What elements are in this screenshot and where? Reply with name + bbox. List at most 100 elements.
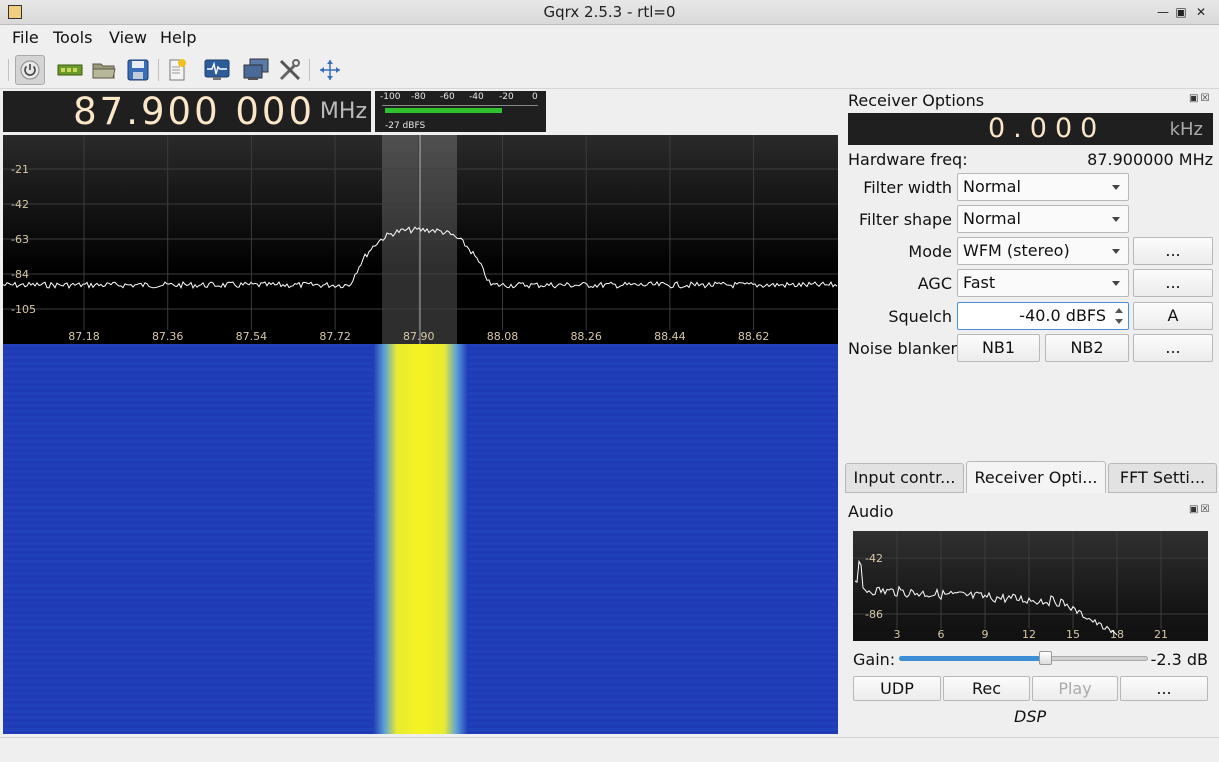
- filter-shape-select[interactable]: Normal: [957, 205, 1129, 233]
- menu-tools[interactable]: Tools: [53, 28, 92, 47]
- squelch-spinbox[interactable]: -40.0 dBFS: [957, 302, 1129, 330]
- record-button[interactable]: Rec: [943, 676, 1030, 701]
- filter-shape-label: Filter shape: [859, 210, 952, 229]
- tab-receiver-options[interactable]: Receiver Opti...: [966, 461, 1106, 493]
- audio-y-tick: -42: [865, 552, 883, 565]
- audio-x-tick: 21: [1154, 628, 1168, 641]
- audio-x-tick: 3: [894, 628, 901, 641]
- hardware-icon: [57, 64, 83, 76]
- gain-slider-fill: [899, 656, 1046, 661]
- spectrum-x-tick: 87.36: [152, 330, 184, 343]
- filter-width-value: Normal: [963, 177, 1021, 196]
- agc-value: Fast: [963, 273, 996, 292]
- offset-unit: kHz: [1169, 119, 1203, 140]
- spectrum-y-tick: -105: [11, 303, 36, 316]
- spectrum-y-tick: -84: [11, 268, 29, 281]
- frequency-display[interactable]: 87.900 000 MHz: [3, 91, 371, 132]
- receiver-options-title: Receiver Options: [848, 91, 985, 110]
- close-icon[interactable]: ✕: [1192, 3, 1210, 21]
- audio-options-button[interactable]: ...: [1120, 676, 1208, 701]
- meter-scale-label: -80: [411, 92, 426, 102]
- meter-scale-label: -20: [499, 92, 514, 102]
- save-settings-button[interactable]: [123, 55, 153, 85]
- mode-options-button[interactable]: ...: [1133, 237, 1213, 265]
- toolbar-separator: [158, 59, 159, 81]
- meter-scale-label: -60: [440, 92, 455, 102]
- fullscreen-button[interactable]: [315, 55, 345, 85]
- chevron-down-icon: [1112, 217, 1120, 222]
- filter-width-label: Filter width: [863, 178, 952, 197]
- minimize-icon[interactable]: —: [1154, 3, 1172, 21]
- menu-file[interactable]: File: [12, 28, 39, 47]
- chevron-down-icon: [1112, 249, 1120, 254]
- spectrum-plot[interactable]: 87.18 87.36 87.54 87.72 87.90 88.08 88.26 88.44…: [3, 135, 838, 344]
- mode-value: WFM (stereo): [963, 241, 1070, 260]
- gain-slider-handle[interactable]: [1039, 651, 1052, 665]
- spectrum-x-tick: 88.26: [570, 330, 602, 343]
- play-button[interactable]: Play: [1032, 676, 1118, 701]
- filter-width-select[interactable]: Normal: [957, 173, 1129, 201]
- audio-fft-plot: -42 -86 3 6 9 12 15 18 21: [853, 531, 1208, 641]
- squelch-value[interactable]: -40.0 dBFS: [1019, 306, 1106, 325]
- remote-control-button[interactable]: [162, 55, 192, 85]
- filter-shape-value: Normal: [963, 209, 1021, 228]
- audio-x-tick: 12: [1022, 628, 1036, 641]
- spin-down-icon[interactable]: [1115, 319, 1123, 324]
- spectrum-x-tick: 87.72: [319, 330, 351, 343]
- dsp-label: DSP: [1014, 707, 1047, 726]
- nb2-button[interactable]: NB2: [1045, 334, 1129, 362]
- power-icon: [20, 60, 40, 80]
- nb1-button[interactable]: NB1: [957, 334, 1040, 362]
- tab-input-controls[interactable]: Input contr...: [845, 463, 964, 493]
- move-arrows-icon: [320, 60, 340, 80]
- audio-x-tick: 6: [938, 628, 945, 641]
- menu-bar: File Tools View Help: [0, 26, 1219, 50]
- save-icon: [127, 59, 149, 81]
- title-bar: Gqrx 2.5.3 - rtl=0 — ▣ ✕: [0, 0, 1219, 25]
- toolbar-separator: [309, 59, 310, 81]
- offset-frequency-display[interactable]: 0.000 kHz: [848, 113, 1213, 145]
- chevron-down-icon: [1112, 281, 1120, 286]
- squelch-auto-button[interactable]: A: [1133, 302, 1213, 330]
- power-button[interactable]: [15, 55, 45, 85]
- agc-options-button[interactable]: ...: [1133, 269, 1213, 297]
- load-settings-button[interactable]: [89, 55, 119, 85]
- io-devices-button[interactable]: [55, 55, 85, 85]
- agc-select[interactable]: Fast: [957, 269, 1129, 297]
- meter-level-bar: [385, 108, 502, 113]
- audio-x-tick: 15: [1066, 628, 1080, 641]
- noise-blanker-options-button[interactable]: ...: [1133, 334, 1213, 362]
- dxcluster-button[interactable]: [202, 55, 232, 85]
- tab-fft-settings[interactable]: FFT Setti...: [1108, 463, 1217, 493]
- menu-view[interactable]: View: [109, 28, 147, 47]
- waterfall-display[interactable]: [3, 344, 838, 734]
- spectrum-svg[interactable]: 87.18 87.36 87.54 87.72 87.90 88.08 88.26 88.44…: [3, 135, 838, 344]
- frequency-value[interactable]: 87.900 000: [73, 91, 315, 132]
- spin-up-icon[interactable]: [1115, 308, 1123, 313]
- gain-value: -2.3 dB: [1150, 650, 1208, 669]
- dock-buttons[interactable]: ▣☒: [1189, 504, 1211, 515]
- maximize-icon[interactable]: ▣: [1172, 3, 1190, 21]
- spectrum-x-tick: 87.90: [403, 330, 435, 343]
- menu-help[interactable]: Help: [160, 28, 196, 47]
- signal-meter: -100 -80 -60 -40 -20 0 -27 dBFS: [375, 91, 546, 132]
- configure-button[interactable]: [275, 55, 305, 85]
- tools-icon: [279, 59, 301, 81]
- audio-x-tick: 9: [982, 628, 989, 641]
- offset-value[interactable]: 0.000: [988, 113, 1105, 145]
- squelch-label: Squelch: [888, 307, 952, 326]
- spectrum-y-tick: -21: [11, 163, 29, 176]
- mode-select[interactable]: WFM (stereo): [957, 237, 1129, 265]
- audio-trace: [854, 559, 1118, 636]
- waterfall-svg[interactable]: [3, 344, 838, 734]
- meter-scale-label: -40: [469, 92, 484, 102]
- meter-scale-label: 0: [532, 92, 538, 102]
- network-button[interactable]: [241, 55, 271, 85]
- frequency-unit: MHz: [319, 99, 367, 124]
- spectrum-x-tick: 88.62: [738, 330, 770, 343]
- folder-icon: [92, 63, 116, 79]
- hardware-freq-label: Hardware freq:: [848, 150, 968, 169]
- dock-buttons[interactable]: ▣☒: [1189, 93, 1211, 104]
- udp-button[interactable]: UDP: [853, 676, 941, 701]
- hardware-freq-value: 87.900000 MHz: [1087, 150, 1213, 169]
